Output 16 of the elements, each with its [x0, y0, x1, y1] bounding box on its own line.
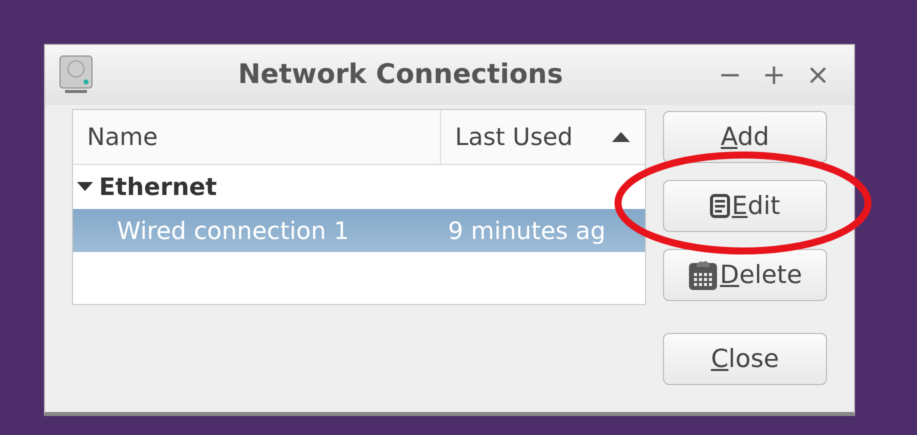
last-used-time: 9 minutes ag: [448, 216, 607, 246]
window-title: Network Connections: [236, 58, 564, 92]
action-button[interactable]: Close: [663, 333, 827, 385]
minimize-button[interactable]: −: [708, 61, 752, 89]
connection-name: Wired connection 1: [116, 216, 350, 246]
close-button[interactable]: ×: [796, 61, 840, 89]
maximize-button[interactable]: +: [752, 61, 796, 89]
action-button[interactable]: Edit: [663, 180, 827, 232]
column-header[interactable]: Name: [73, 110, 441, 164]
expander-icon[interactable]: [77, 182, 93, 192]
column-header[interactable]: Last Used: [441, 110, 645, 164]
document-icon: [710, 194, 730, 218]
action-button[interactable]: Delete: [663, 249, 827, 301]
calculator-icon: [688, 259, 718, 291]
network-drive-icon: [59, 55, 93, 95]
group-label: Ethernet: [99, 172, 217, 203]
